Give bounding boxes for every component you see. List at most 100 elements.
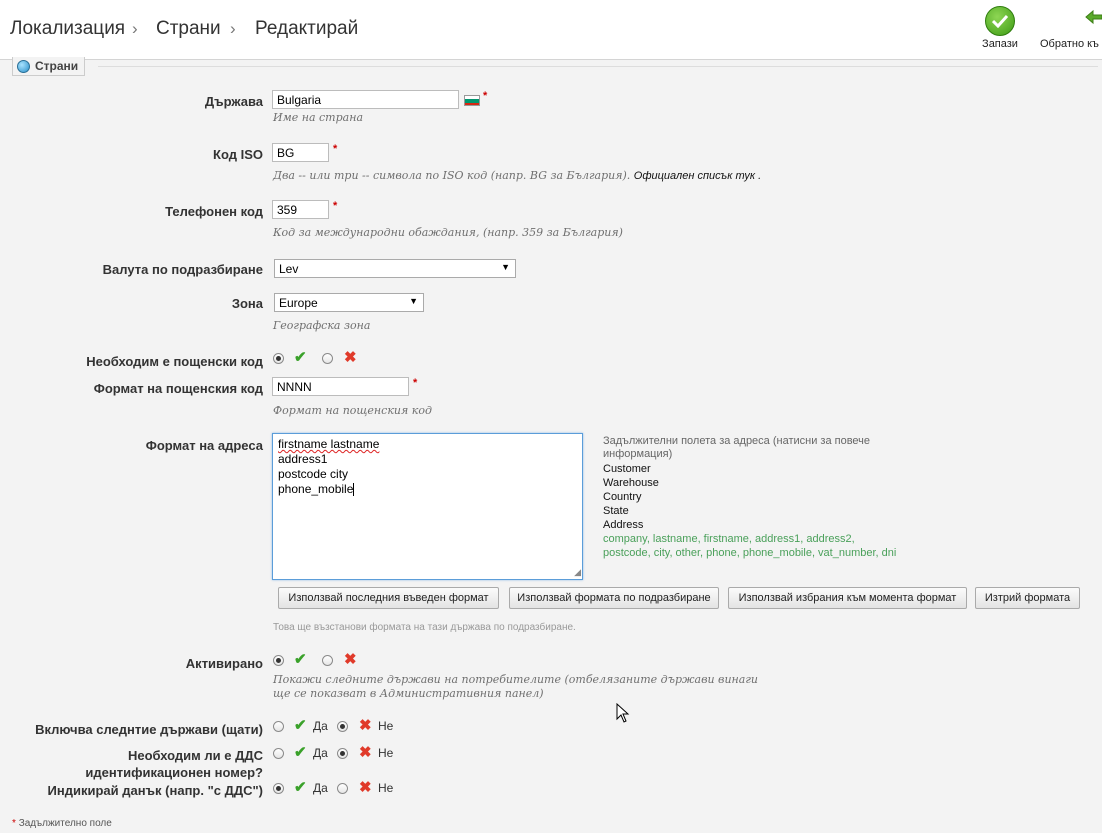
country-hint: Име на страна (273, 111, 364, 124)
active-yes-radio[interactable] (273, 655, 284, 666)
address-line: firstname lastname (278, 437, 380, 451)
globe-icon (17, 59, 30, 73)
currency-select[interactable]: Lev ▼ (274, 259, 516, 278)
active-hint-2: ще се показват в Административния панел) (273, 687, 544, 700)
back-arrow-icon (1040, 6, 1102, 36)
no-label: Не (378, 781, 394, 795)
address-line: postcode city (278, 467, 349, 481)
check-icon: ✔ (294, 717, 307, 734)
need-vat-no-radio[interactable] (337, 748, 348, 759)
bulgaria-flag-icon (464, 95, 480, 106)
active-label: Активирано (185, 656, 263, 671)
breadcrumb-edit: Редактирай (255, 18, 359, 39)
back-to-list-button[interactable]: Обратно къ (1040, 6, 1102, 50)
contains-states-yes-radio[interactable] (273, 721, 284, 732)
cross-icon: ✖ (359, 779, 372, 796)
use-last-format-button[interactable]: Използвай последния въведен формат (278, 587, 499, 609)
address-fields-intro-2[interactable]: информация) (603, 448, 896, 461)
dropdown-arrow-icon: ▼ (501, 262, 510, 272)
address-object-item[interactable]: Customer (603, 462, 896, 476)
yes-label: Да (313, 781, 328, 795)
cross-icon: ✖ (344, 651, 357, 668)
zip-required-no-radio[interactable] (322, 353, 333, 364)
required-field-note: * Задължително поле (12, 818, 112, 829)
need-vat-label: Необходим ли е ДДС (127, 748, 263, 763)
address-object-item[interactable]: Address (603, 518, 896, 532)
currency-label: Валута по подразбиране (102, 262, 263, 277)
phone-code-label: Телефонен код (165, 204, 263, 219)
address-object-item[interactable]: Country (603, 490, 896, 504)
address-field-list[interactable]: company, lastname, firstname, address1, … (603, 532, 896, 546)
use-default-format-button[interactable]: Използвай формата по подразбиране (509, 587, 719, 609)
zip-required-yes-radio[interactable] (273, 353, 284, 364)
no-label: Не (378, 746, 394, 760)
clear-format-button[interactable]: Изтрий формата (975, 587, 1080, 609)
active-hint: Покажи следните държави на потребителите… (273, 673, 758, 686)
zip-required-label: Необходим е пощенски код (86, 354, 263, 369)
required-marker: * (483, 90, 488, 102)
cross-icon: ✖ (359, 744, 372, 761)
required-marker: * (12, 818, 16, 829)
check-icon: ✔ (294, 349, 307, 366)
dropdown-arrow-icon: ▼ (409, 296, 418, 306)
cross-icon: ✖ (344, 349, 357, 366)
active-no-radio[interactable] (322, 655, 333, 666)
reset-format-note: Това ще възстанови формата на тази държа… (273, 622, 576, 633)
iso-hint-text: Два -- или три -- символа по ISO код (на… (273, 169, 631, 182)
currency-value: Lev (279, 262, 299, 276)
address-object-item[interactable]: State (603, 504, 896, 518)
required-marker: * (413, 377, 418, 389)
display-tax-no-radio[interactable] (337, 783, 348, 794)
fieldset-border (98, 66, 1098, 67)
zone-hint: Географска зона (273, 319, 371, 332)
iso-label: Код ISO (213, 147, 263, 162)
text-caret (353, 483, 355, 497)
need-vat-label-2: идентификационен номер? (85, 765, 263, 780)
zone-value: Europe (279, 296, 318, 310)
yes-label: Да (313, 719, 328, 733)
check-icon: ✔ (294, 744, 307, 761)
display-tax-yes-radio[interactable] (273, 783, 284, 794)
contains-states-label: Включва следнтие държави (щати) (35, 722, 263, 737)
save-button[interactable]: Запази (978, 6, 1022, 50)
breadcrumb-separator: › (230, 19, 236, 38)
required-marker: * (333, 143, 338, 155)
breadcrumb-separator: › (132, 19, 138, 38)
address-line: address1 (278, 452, 328, 466)
required-marker: * (333, 200, 338, 212)
address-line: phone_mobile (278, 482, 354, 496)
breadcrumb-countries[interactable]: Страни (156, 18, 221, 40)
zip-format-input[interactable] (272, 377, 409, 396)
address-format-label: Формат на адреса (145, 438, 263, 453)
country-label: Държава (204, 94, 263, 109)
zip-format-hint: Формат на пощенския код (273, 404, 432, 417)
resize-grip-icon[interactable]: ◢ (574, 567, 581, 578)
zone-select[interactable]: Europe ▼ (274, 293, 424, 312)
check-icon: ✔ (294, 779, 307, 796)
need-vat-yes-radio[interactable] (273, 748, 284, 759)
use-current-format-button[interactable]: Използвай избрания към момента формат (728, 587, 967, 609)
required-note-text: Задължително поле (18, 818, 112, 829)
iso-hint: Два -- или три -- символа по ISO код (на… (273, 169, 761, 182)
phone-hint: Код за международни обаждания, (напр. 35… (273, 226, 623, 239)
phone-code-input[interactable] (272, 200, 329, 219)
section-title: Страни (35, 59, 79, 73)
contains-states-no-radio[interactable] (337, 721, 348, 732)
iso-code-input[interactable] (272, 143, 329, 162)
iso-official-list-link[interactable]: Официален списък тук . (634, 170, 761, 182)
zip-format-label: Формат на пощенския код (93, 381, 263, 396)
save-check-icon (985, 6, 1015, 36)
save-label: Запази (982, 38, 1018, 50)
yes-label: Да (313, 746, 328, 760)
address-field-list[interactable]: postcode, city, other, phone, phone_mobi… (603, 546, 896, 560)
address-object-item[interactable]: Warehouse (603, 476, 896, 490)
back-label: Обратно къ (1040, 38, 1099, 50)
address-format-textarea[interactable]: firstname lastname address1 postcode cit… (272, 433, 583, 580)
check-icon: ✔ (294, 651, 307, 668)
breadcrumb-localization[interactable]: Локализация (10, 18, 125, 40)
display-tax-label: Индикирай данък (напр. "с ДДС") (47, 783, 263, 798)
address-fields-intro[interactable]: Задължителни полета за адреса (натисни з… (603, 435, 896, 448)
mouse-pointer-icon (616, 703, 630, 723)
zone-label: Зона (231, 296, 263, 311)
country-name-input[interactable] (272, 90, 459, 109)
